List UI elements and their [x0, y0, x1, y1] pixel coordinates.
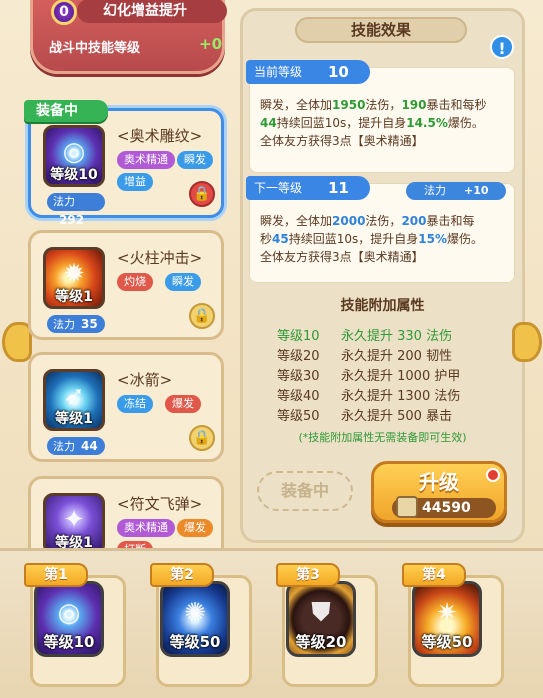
- next-effect-line3: 全体友方获得3点【奥术精通】: [260, 250, 424, 264]
- equip-button[interactable]: 装备中: [257, 471, 353, 511]
- slot-level: 等级50: [169, 633, 221, 651]
- attr-title: 技能附加属性: [340, 298, 425, 314]
- skill-screen: 幻化增益提升 0 战斗中技能等级 +0 装备中 ◎ 等级10 <奥术雕纹> 奥术…: [0, 0, 543, 698]
- buff-banner[interactable]: 幻化增益提升 0 战斗中技能等级 +0: [30, 0, 227, 74]
- skill-tag: 瞬发: [177, 151, 213, 169]
- panel-title: 技能效果: [295, 17, 467, 43]
- slot-1[interactable]: 第1 ◎ 等级10: [22, 563, 126, 691]
- skill-tag: 灼烧: [117, 273, 153, 291]
- slot-2[interactable]: 第2 ✺ 等级50: [148, 563, 252, 691]
- mana-cost: 法力292: [47, 193, 105, 227]
- upgrade-button[interactable]: 升级 44590: [371, 461, 507, 523]
- skill-name: <冰箭>: [117, 371, 173, 389]
- slot-level: 等级50: [421, 633, 473, 651]
- skill-card-fire[interactable]: ✹ 等级1 <火柱冲击> 灼烧 瞬发 法力 35 🔒: [28, 230, 224, 340]
- skill-level: 等级1: [55, 289, 93, 305]
- skill-level: 等级1: [55, 411, 93, 427]
- next-level-box: 下一等级 11 法力 +10 瞬发，全体加2000法伤，200暴击和每 秒45持续回…: [246, 176, 515, 283]
- slot-label: 第1: [24, 563, 88, 587]
- dark-shield-icon: ⛊ 等级20: [286, 581, 356, 657]
- attr-row: 等级10 永久提升 330 法伤: [277, 329, 453, 344]
- lock-icon[interactable]: 🔒: [189, 181, 215, 207]
- skill-name: <符文飞弹>: [117, 495, 203, 513]
- rune-missile-icon: ✦ 等级1: [43, 493, 105, 550]
- banner-subtitle: 战斗中技能等级: [49, 41, 141, 56]
- notification-dot: [486, 468, 500, 482]
- next-level-ribbon: 下一等级 11: [246, 176, 370, 200]
- banner-badge: 0: [51, 0, 77, 25]
- scroll-right-arrow-icon[interactable]: [512, 322, 542, 362]
- skill-tag: 冻结: [117, 395, 153, 413]
- skill-tag: 奥术精通: [117, 151, 175, 169]
- lock-icon[interactable]: 🔒: [189, 425, 215, 451]
- upgrade-cost: 44590: [392, 496, 496, 518]
- banner-value: +0: [199, 35, 223, 53]
- skill-list: 装备中 ◎ 等级10 <奥术雕纹> 奥术精通 瞬发 增益 法力292 🔒 ✹ 等…: [24, 100, 228, 550]
- fire-pillar-icon: ✹ 等级1: [43, 247, 105, 309]
- current-effect-line1: 瞬发，全体加1950法伤，190暴击和每秒: [260, 98, 487, 112]
- skill-name: <火柱冲击>: [117, 249, 203, 267]
- skill-card-ice[interactable]: ➶ 等级1 <冰箭> 冻结 爆发 法力 44 🔒: [28, 352, 224, 462]
- blaze-icon: ✷ 等级50: [412, 581, 482, 657]
- skill-level: 等级10: [50, 167, 98, 183]
- info-icon[interactable]: !: [490, 35, 514, 59]
- skill-name: <奥术雕纹>: [117, 127, 203, 145]
- skill-card-rune[interactable]: ✦ 等级1 <符文飞弹> 奥术精通 爆发 打断: [28, 476, 224, 550]
- current-effect-line3: 全体友方获得3点【奥术精通】: [260, 134, 424, 148]
- attr-row: 等级40 永久提升 1300 法伤: [277, 389, 461, 404]
- skill-tag: 增益: [117, 173, 153, 191]
- slot-label: 第4: [402, 563, 466, 587]
- skill-tag: 瞬发: [165, 273, 201, 291]
- ice-arrow-icon: ➶ 等级1: [43, 369, 105, 431]
- attr-row: 等级20 永久提升 200 韧性: [277, 349, 453, 364]
- attr-row: 等级50 永久提升 500 暴击: [277, 409, 453, 424]
- equipped-tag: 装备中: [24, 100, 108, 122]
- banner-title: 幻化增益提升: [77, 0, 227, 23]
- current-level-box: 当前等级 10 瞬发，全体加1950法伤，190暴击和每秒 44持续回蓝10s，提…: [246, 60, 515, 173]
- current-level-ribbon: 当前等级 10: [246, 60, 370, 84]
- mana-increase-badge: 法力 +10: [406, 182, 506, 200]
- next-effect-line2: 秒45持续回蓝10s，提升自身15%爆伤。: [260, 232, 483, 246]
- skill-tag: 爆发: [177, 519, 213, 537]
- mana-cost: 法力 35: [47, 315, 105, 333]
- slot-level: 等级10: [43, 633, 95, 651]
- mana-cost: 法力 44: [47, 437, 105, 455]
- slot-4[interactable]: 第4 ✷ 等级50: [400, 563, 504, 691]
- attr-row: 等级30 永久提升 1000 护甲: [277, 369, 461, 384]
- next-effect-line1: 瞬发，全体加2000法伤，200暴击和每: [260, 214, 475, 228]
- slot-level: 等级20: [295, 633, 347, 651]
- equipped-slots-bar: 第1 ◎ 等级10 第2 ✺ 等级50 第3 ⛊ 等级20 第4 ✷ 等级50: [0, 548, 543, 698]
- slot-label: 第2: [150, 563, 214, 587]
- current-effect-line2: 44持续回蓝10s，提升自身14.5%爆伤。: [260, 116, 484, 130]
- arcane-eye-icon: ◎ 等级10: [43, 125, 105, 187]
- scroll-icon: [396, 496, 418, 518]
- upgrade-label: 升级: [419, 470, 459, 494]
- arcane-eye-icon: ◎ 等级10: [34, 581, 104, 657]
- skill-card-arcane[interactable]: ◎ 等级10 <奥术雕纹> 奥术精通 瞬发 增益 法力292 🔒: [28, 108, 224, 227]
- attr-note: (*技能附加属性无需装备即可生效): [298, 431, 467, 444]
- slot-3[interactable]: 第3 ⛊ 等级20: [274, 563, 378, 691]
- skill-tag: 奥术精通: [117, 519, 175, 537]
- storm-orb-icon: ✺ 等级50: [160, 581, 230, 657]
- skill-tag: 爆发: [165, 395, 201, 413]
- lock-icon[interactable]: 🔒: [189, 303, 215, 329]
- skill-effect-panel: 技能效果 ! 当前等级 10 瞬发，全体加1950法伤，190暴击和每秒 44持续…: [240, 8, 525, 543]
- slot-label: 第3: [276, 563, 340, 587]
